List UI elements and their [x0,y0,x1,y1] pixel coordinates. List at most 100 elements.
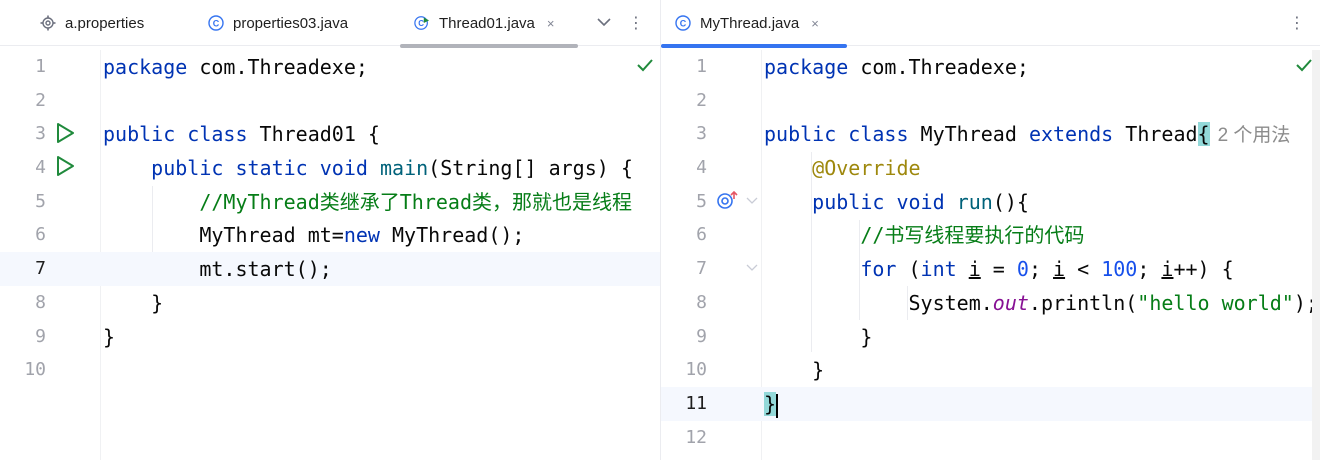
code-line: 5 //MyThread类继承了Thread类，那就也是线程 [0,185,660,219]
code-text: } [103,286,163,320]
code-line: 6 //书写线程要执行的代码 [661,218,1320,252]
line-number: 8 [696,292,707,313]
code-text: } [764,320,872,354]
more-options-icon[interactable]: ⋮ [1287,12,1307,32]
code-line: 7 for (int i = 0; i < 100; i++) { [661,252,1320,286]
keyword: void [896,190,945,214]
annotation: @Override [812,156,921,180]
keyword: package [103,55,188,79]
keyword: class [848,122,909,146]
run-icon[interactable] [54,122,76,144]
keyword: for [860,257,897,281]
left-editor-pane: a.properties C properties03.java C Threa… [0,0,660,460]
right-tab-bar: C MyThread.java × ⋮ [661,0,1320,48]
code-token: (String[] args) { [428,156,633,180]
string-literal: "hello world" [1137,291,1294,315]
code-token: com.Threadexe; [848,55,1029,79]
check-icon[interactable] [636,58,654,72]
comment: //书写线程要执行的代码 [860,223,1085,247]
code-line: 10 [0,353,660,387]
tab-label: Thread01.java [439,14,535,32]
override-method-icon[interactable] [715,189,743,211]
keyword: static [235,156,308,180]
vertical-scrollbar[interactable] [1312,50,1320,460]
code-token: } [812,358,825,382]
code-token: ( [896,257,921,281]
line-number: 3 [35,123,46,144]
check-icon[interactable] [1295,58,1313,72]
code-text: package com.Threadexe; [103,50,368,84]
code-line: 3 public class Thread01 { [0,117,660,151]
code-token: MyThread mt= [199,223,344,247]
line-number: 7 [696,258,707,279]
code-text: //MyThread类继承了Thread类，那就也是线程 [103,185,632,219]
code-token: = [980,257,1017,281]
line-number: 12 [685,427,707,448]
code-token: (){ [992,190,1029,214]
code-token: ++) { [1173,257,1234,281]
code-line: 4 public static void main(String[] args)… [0,151,660,185]
tab-properties03-java[interactable]: C properties03.java [208,0,348,46]
code-token: com.Threadexe; [187,55,368,79]
left-code-editor[interactable]: 1 package com.Threadexe; 2 3 public clas… [0,50,660,460]
chevron-down-icon[interactable] [594,12,614,32]
java-class-icon: C [208,15,224,31]
line-number: 1 [696,56,707,77]
close-icon[interactable]: × [547,16,555,31]
line-number: 6 [35,224,46,245]
line-number: 4 [696,157,707,178]
code-token: < [1065,257,1102,281]
code-line: 8 } [0,286,660,320]
code-text: MyThread mt=new MyThread(); [103,218,524,252]
code-text: for (int i = 0; i < 100; i++) { [764,252,1234,286]
line-number: 10 [685,359,707,380]
keyword: public [812,190,885,214]
keyword: class [187,122,248,146]
code-text: mt.start(); [103,252,331,286]
svg-text:C: C [418,19,424,28]
tab-label: properties03.java [233,14,349,32]
line-number: 4 [35,157,46,178]
loop-variable: i [1053,257,1066,281]
gear-icon [40,15,56,31]
run-icon[interactable] [54,155,76,177]
code-token: Thread01 { [247,122,380,146]
usages-hint[interactable]: 2 个用法 [1218,125,1291,146]
left-tab-bar: a.properties C properties03.java C Threa… [0,0,660,48]
code-line: 9 } [661,320,1320,354]
keyword: public [764,122,837,146]
text-caret [776,393,779,418]
right-code-editor[interactable]: 1 package com.Threadexe; 2 3 public clas… [661,50,1320,460]
tab-thread01-java[interactable]: C Thread01.java × [400,0,578,48]
static-field: out [992,291,1029,315]
code-token: MyThread [908,122,1029,146]
line-number: 9 [35,326,46,347]
close-icon[interactable]: × [811,16,819,31]
line-number: 1 [35,56,46,77]
code-line: 12 [661,421,1320,455]
fold-chevron-icon[interactable] [745,196,759,206]
keyword: void [319,156,368,180]
code-text: public void run(){ [764,185,1029,219]
code-text: package com.Threadexe; [764,50,1029,84]
code-line: 1 package com.Threadexe; [0,50,660,84]
tab-a-properties[interactable]: a.properties [40,0,144,46]
code-text: @Override [764,151,921,185]
code-token: ; [1137,257,1162,281]
matched-brace: { [1197,122,1210,146]
keyword: public [103,122,176,146]
tab-mythread-java[interactable]: C MyThread.java × [661,0,847,48]
right-editor-pane: C MyThread.java × ⋮ 1 package com.Thread… [661,0,1320,460]
fold-chevron-icon[interactable] [745,263,759,273]
more-options-icon[interactable]: ⋮ [626,12,646,32]
code-text: System.out.println("hello world"); [764,286,1318,320]
line-number: 10 [24,359,46,380]
code-token: ; [1028,257,1054,281]
